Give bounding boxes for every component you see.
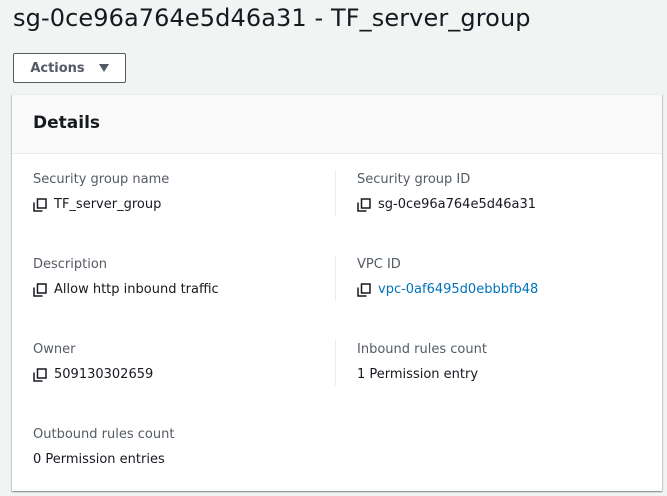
details-panel-header: Details [12, 95, 662, 154]
field-label: Security group ID [357, 172, 471, 187]
security-group-name-value: TF_server_group [54, 197, 162, 212]
copy-icon[interactable] [357, 198, 371, 212]
field-value: 509130302659 [33, 366, 323, 384]
field-label: Owner [33, 342, 76, 357]
outbound-rules-count-value: 0 Permission entries [33, 452, 165, 467]
field-security-group-name: Security group name TF_server_group [33, 171, 323, 214]
security-group-page: sg-0ce96a764e5d46a31 - TF_server_group A… [0, 0, 667, 496]
caret-down-icon [98, 64, 109, 72]
field-value: sg-0ce96a764e5d46a31 [357, 196, 647, 214]
actions-dropdown-button[interactable]: Actions [13, 53, 126, 83]
field-description: Description Allow http inbound traffic [33, 256, 323, 299]
field-vpc-id: VPC ID vpc-0af6495d0ebbbfb48 [357, 256, 647, 299]
column-divider [335, 170, 336, 216]
field-inbound-rules-count: Inbound rules count 1 Permission entry [357, 341, 647, 384]
field-label: Inbound rules count [357, 342, 487, 357]
column-divider [335, 255, 336, 301]
copy-icon[interactable] [33, 283, 47, 297]
field-value: vpc-0af6495d0ebbbfb48 [357, 281, 647, 299]
owner-value: 509130302659 [54, 367, 154, 382]
column-divider [335, 340, 336, 386]
vpc-id-link[interactable]: vpc-0af6495d0ebbbfb48 [378, 281, 538, 299]
field-outbound-rules-count: Outbound rules count 0 Permission entrie… [33, 426, 323, 469]
copy-icon[interactable] [33, 198, 47, 212]
inbound-rules-count-value: 1 Permission entry [357, 367, 479, 382]
page-title: sg-0ce96a764e5d46a31 - TF_server_group [13, 4, 531, 32]
copy-icon[interactable] [33, 368, 47, 382]
field-security-group-id: Security group ID sg-0ce96a764e5d46a31 [357, 171, 647, 214]
field-label: Security group name [33, 172, 170, 187]
field-owner: Owner 509130302659 [33, 341, 323, 384]
field-label: Outbound rules count [33, 427, 175, 442]
actions-button-label: Actions [30, 60, 85, 76]
field-value: 0 Permission entries [33, 451, 323, 469]
security-group-id-value: sg-0ce96a764e5d46a31 [378, 197, 537, 212]
field-value: 1 Permission entry [357, 366, 647, 384]
field-value: TF_server_group [33, 196, 323, 214]
details-panel: Details Security group name TF_server_gr… [12, 94, 662, 491]
description-value: Allow http inbound traffic [54, 282, 219, 297]
details-title: Details [33, 113, 101, 133]
field-label: Description [33, 257, 108, 272]
field-label: VPC ID [357, 257, 401, 272]
field-value: Allow http inbound traffic [33, 281, 323, 299]
copy-icon[interactable] [357, 283, 371, 297]
